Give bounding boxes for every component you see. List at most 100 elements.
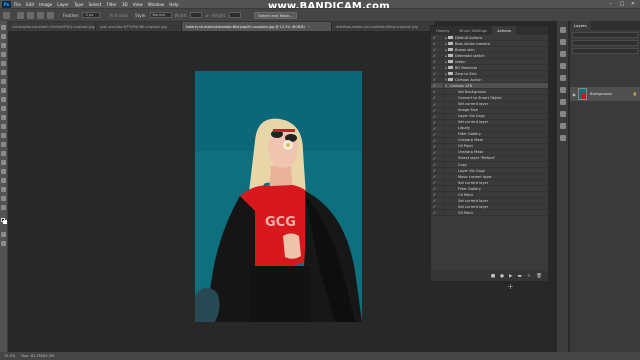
swatches-icon[interactable] bbox=[559, 135, 566, 141]
toggle-item-checkbox[interactable]: ✓ bbox=[431, 144, 438, 149]
layer-filter[interactable] bbox=[572, 32, 638, 38]
layer-row[interactable]: ◉ Background 🔒 bbox=[570, 87, 640, 101]
dialog-toggle[interactable] bbox=[438, 95, 444, 101]
toggle-item-checkbox[interactable]: ✓ bbox=[431, 114, 438, 119]
rectangle-tool-icon[interactable] bbox=[1, 178, 6, 183]
toggle-item-checkbox[interactable]: ✓ bbox=[431, 120, 438, 125]
toggle-item-checkbox[interactable]: ✓ bbox=[431, 59, 438, 64]
tab-history[interactable]: History bbox=[431, 26, 455, 35]
history-brush-tool-icon[interactable] bbox=[1, 106, 6, 111]
menu-edit[interactable]: Edit bbox=[26, 2, 34, 7]
minimize-button[interactable]: – bbox=[606, 0, 616, 8]
screen-mode-icon[interactable] bbox=[1, 241, 6, 246]
dialog-toggle[interactable] bbox=[438, 113, 444, 119]
dodge-tool-icon[interactable] bbox=[1, 142, 6, 147]
document-image[interactable]: GCG bbox=[195, 71, 362, 322]
dialog-toggle[interactable] bbox=[438, 198, 444, 204]
height-input[interactable] bbox=[229, 12, 242, 18]
adjustments-icon[interactable] bbox=[559, 75, 566, 81]
add-selection-icon[interactable] bbox=[27, 11, 34, 19]
menu-image[interactable]: Image bbox=[39, 2, 52, 7]
toggle-item-checkbox[interactable]: ✓ bbox=[431, 162, 438, 167]
menu-view[interactable]: View bbox=[133, 2, 143, 7]
swap-icon[interactable]: ⇄ bbox=[205, 13, 208, 18]
toggle-item-checkbox[interactable]: ✓ bbox=[431, 186, 438, 191]
dialog-toggle[interactable] bbox=[438, 192, 444, 198]
dialog-toggle[interactable] bbox=[438, 143, 444, 149]
eyedropper-tool-icon[interactable] bbox=[1, 70, 6, 75]
pen-tool-icon[interactable] bbox=[1, 151, 6, 156]
document-tab[interactable]: juan-scarlato-9jT5VPqr0BI-unsplash.jpg bbox=[96, 22, 182, 31]
hand-tool-icon[interactable] bbox=[1, 187, 6, 192]
subtract-selection-icon[interactable] bbox=[37, 11, 44, 19]
dialog-toggle[interactable] bbox=[438, 131, 444, 137]
blur-tool-icon[interactable] bbox=[1, 133, 6, 138]
select-and-mask-button[interactable]: Select and Mask... bbox=[254, 11, 298, 19]
document-tab[interactable]: christopher-campbell-rUmhbK9TRQ-unsplash… bbox=[8, 22, 96, 31]
action-step-row[interactable]: ✓ Oil Paint bbox=[431, 210, 548, 217]
properties-icon[interactable] bbox=[559, 63, 566, 69]
toggle-item-checkbox[interactable]: ✓ bbox=[431, 138, 438, 143]
menu-window[interactable]: Window bbox=[148, 2, 165, 7]
toggle-item-checkbox[interactable]: ✓ bbox=[431, 47, 438, 52]
toggle-item-checkbox[interactable]: ✓ bbox=[431, 150, 438, 155]
dialog-toggle[interactable] bbox=[438, 210, 444, 216]
antialias-checkbox[interactable]: Anti-alias bbox=[109, 13, 128, 18]
record-icon[interactable]: ● bbox=[500, 274, 504, 279]
toggle-item-checkbox[interactable]: ✓ bbox=[431, 108, 438, 113]
folder-icon[interactable]: ▬ bbox=[518, 274, 522, 279]
toggle-item-checkbox[interactable]: ✓ bbox=[431, 65, 438, 70]
gradient-tool-icon[interactable] bbox=[1, 124, 6, 129]
toggle-item-checkbox[interactable]: ✓ bbox=[431, 180, 438, 185]
marquee-tool-icon[interactable] bbox=[1, 34, 6, 39]
character-icon[interactable] bbox=[559, 111, 566, 117]
dialog-toggle[interactable] bbox=[438, 125, 444, 131]
maximize-button[interactable]: □ bbox=[617, 0, 627, 8]
lasso-tool-icon[interactable] bbox=[1, 43, 6, 48]
toggle-item-checkbox[interactable]: ✓ bbox=[431, 210, 438, 215]
dialog-toggle[interactable] bbox=[438, 101, 444, 107]
blend-mode-select[interactable] bbox=[572, 40, 638, 46]
dialog-toggle[interactable] bbox=[438, 155, 444, 161]
eye-icon[interactable]: ◉ bbox=[570, 92, 578, 97]
libraries-icon[interactable] bbox=[559, 87, 566, 93]
dialog-toggle[interactable] bbox=[438, 107, 444, 113]
tab-brush-settings[interactable]: Brush Settings bbox=[455, 26, 493, 35]
type-tool-icon[interactable] bbox=[1, 160, 6, 165]
play-icon[interactable]: ▶ bbox=[509, 274, 512, 279]
toggle-item-checkbox[interactable]: ✓ bbox=[431, 83, 438, 88]
dialog-toggle[interactable] bbox=[438, 149, 444, 155]
intersect-selection-icon[interactable] bbox=[47, 11, 54, 19]
toggle-item-checkbox[interactable]: ✓ bbox=[431, 89, 438, 94]
dialog-toggle[interactable] bbox=[438, 89, 444, 95]
quick-mask-icon[interactable] bbox=[1, 232, 6, 237]
lock-options[interactable] bbox=[572, 48, 638, 54]
eraser-tool-icon[interactable] bbox=[1, 115, 6, 120]
marquee-tool-icon[interactable] bbox=[3, 11, 10, 19]
delete-icon[interactable]: 🗑 bbox=[536, 274, 542, 279]
background-color[interactable] bbox=[2, 220, 7, 224]
menu-3d[interactable]: 3D bbox=[122, 2, 128, 7]
toggle-item-checkbox[interactable]: ✓ bbox=[431, 102, 438, 107]
close-button[interactable]: ✕ bbox=[628, 0, 638, 8]
toggle-item-checkbox[interactable]: ✓ bbox=[431, 132, 438, 137]
document-tab[interactable]: matthew-wiebe.com-vaikhak-bBnq-unsplash.… bbox=[332, 22, 435, 31]
more-tools-icon[interactable] bbox=[1, 205, 6, 210]
style-select[interactable]: Normal bbox=[149, 12, 172, 18]
dialog-toggle[interactable] bbox=[438, 137, 444, 143]
move-tool-icon[interactable] bbox=[1, 25, 6, 30]
dialog-toggle[interactable] bbox=[438, 168, 444, 174]
brush-tool-icon[interactable] bbox=[1, 88, 6, 93]
toggle-item-checkbox[interactable]: ✓ bbox=[431, 71, 438, 76]
crop-tool-icon[interactable] bbox=[1, 61, 6, 66]
zoom-level[interactable]: 12.5% bbox=[4, 354, 15, 358]
toggle-item-checkbox[interactable]: ✓ bbox=[431, 174, 438, 179]
paragraph-icon[interactable] bbox=[559, 99, 566, 105]
healing-brush-tool-icon[interactable] bbox=[1, 79, 6, 84]
toggle-item-checkbox[interactable]: ✓ bbox=[431, 198, 438, 203]
feather-input[interactable]: 0 px bbox=[82, 12, 101, 18]
zoom-tool-icon[interactable] bbox=[1, 196, 6, 201]
close-tab-icon[interactable]: ✕ bbox=[308, 25, 311, 29]
width-input[interactable] bbox=[190, 12, 203, 18]
toggle-item-checkbox[interactable]: ✓ bbox=[431, 156, 438, 161]
